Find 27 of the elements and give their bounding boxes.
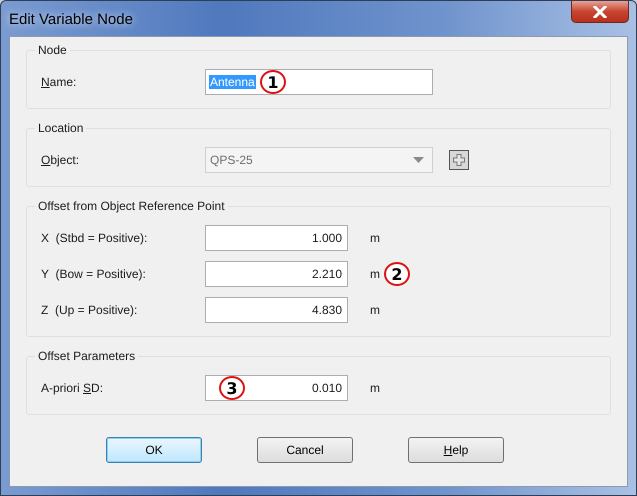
field-label: X (Stbd = Positive): [41, 231, 148, 245]
unit-label: m [370, 267, 380, 281]
group-title: Location [37, 121, 84, 135]
group-title: Offset Parameters [37, 349, 136, 363]
field-label: A-priori SD: [41, 381, 104, 395]
unit-label: m [370, 231, 380, 245]
field-label: Y (Bow = Positive): [41, 267, 147, 281]
dialog-button[interactable]: Help [408, 437, 504, 463]
field-label: Name: [41, 75, 78, 89]
caret-icon [413, 157, 424, 163]
close-icon [593, 6, 607, 18]
dialog-button[interactable]: OK [106, 437, 202, 463]
group-title: Offset from Object Reference Point [37, 199, 226, 213]
input-field[interactable]: 4.830 [205, 297, 348, 323]
dialog-button[interactable]: Cancel [257, 437, 353, 463]
group-title: Node [37, 43, 68, 57]
unit-label: m [370, 303, 380, 317]
plus-icon [453, 154, 465, 166]
callout-marker: 2 [384, 262, 410, 286]
field-label: Z (Up = Positive): [41, 303, 138, 317]
add-button[interactable] [449, 150, 469, 170]
field-label: Object: [41, 153, 80, 167]
unit-label: m [370, 381, 380, 395]
close-button[interactable] [571, 1, 629, 23]
input-field[interactable]: 2.210 [205, 261, 348, 287]
window-title: Edit Variable Node [9, 11, 133, 28]
input-field[interactable]: 1.000 [205, 225, 348, 251]
